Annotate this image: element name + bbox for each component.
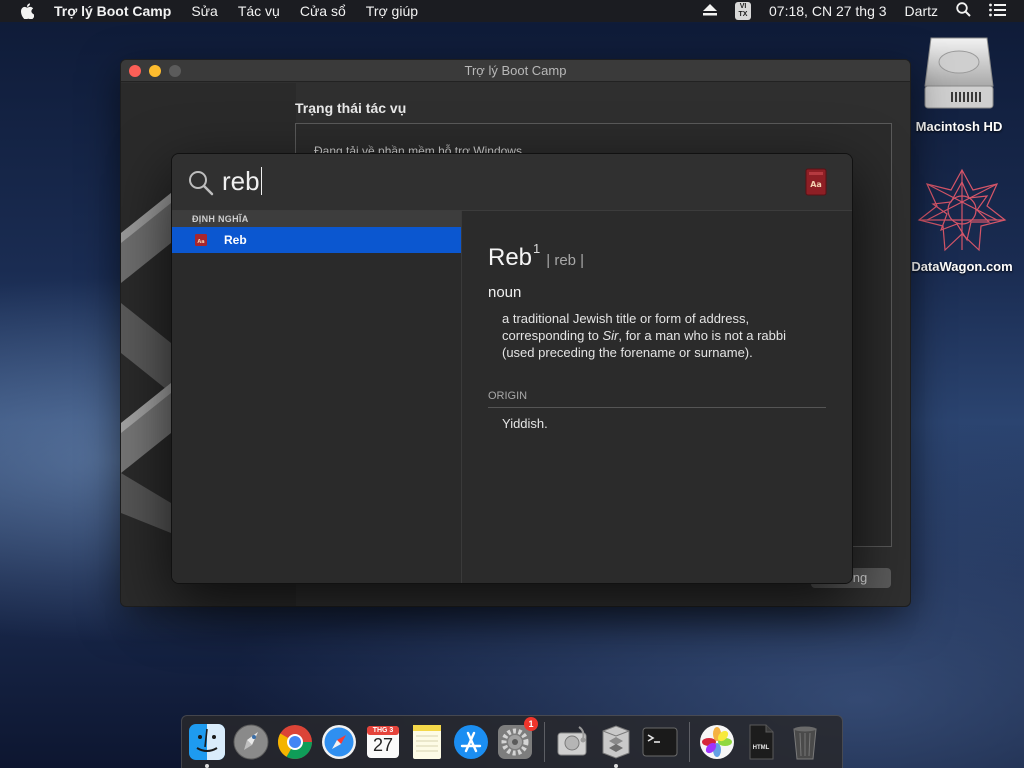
menu-window[interactable]: Cửa sổ <box>300 3 346 19</box>
menu-action[interactable]: Tác vụ <box>238 3 280 19</box>
definition-pronunciation: | reb | <box>546 252 585 269</box>
window-close-button[interactable] <box>129 65 141 77</box>
running-indicator <box>205 764 209 768</box>
photos-icon <box>700 725 734 759</box>
dock-separator <box>689 722 690 762</box>
bootcamp-titlebar[interactable]: Trợ lý Boot Camp <box>121 60 910 82</box>
notes-icon <box>413 725 441 759</box>
menu-user[interactable]: Dartz <box>905 3 938 19</box>
window-title: Trợ lý Boot Camp <box>464 63 567 78</box>
spotlight-results-list: ĐỊNH NGHĨA Aa Reb <box>172 211 462 583</box>
result-item-label: Reb <box>224 233 247 247</box>
dock-photos[interactable] <box>698 723 736 761</box>
dock: THG 3 27 1 HTML <box>181 715 843 768</box>
definition-preview: Reb1| reb | noun a traditional Jewish ti… <box>462 211 852 583</box>
dock-disk-utility[interactable] <box>553 723 591 761</box>
spotlight-search-bar[interactable]: reb Aa <box>172 154 852 211</box>
hard-drive-icon <box>924 37 994 109</box>
dock-safari[interactable] <box>320 723 358 761</box>
menu-help[interactable]: Trợ giúp <box>366 3 418 19</box>
dock-calendar[interactable]: THG 3 27 <box>364 723 402 761</box>
boot-camp-icon <box>602 725 630 759</box>
html-file-label: HTML <box>752 745 770 751</box>
dock-trash[interactable] <box>786 723 824 761</box>
window-zoom-button[interactable] <box>169 65 181 77</box>
input-source-icon[interactable]: VI TX <box>735 2 752 20</box>
menu-clock[interactable]: 07:18, CN 27 thg 3 <box>769 3 887 19</box>
datawagon-logo-icon <box>917 168 1007 252</box>
calendar-day: 27 <box>372 735 394 755</box>
app-store-icon <box>454 725 488 759</box>
finder-icon <box>189 724 225 760</box>
desktop-icon-label: DataWagon.com <box>911 259 1013 274</box>
notification-badge: 1 <box>524 717 538 731</box>
definition-headword: Reb1| reb | <box>488 241 585 271</box>
dock-terminal[interactable] <box>641 723 679 761</box>
dock-launchpad[interactable] <box>232 723 270 761</box>
task-status-heading: Trạng thái tác vụ <box>295 100 407 116</box>
menu-app-name[interactable]: Trợ lý Boot Camp <box>54 3 171 19</box>
definition-part-of-speech: noun <box>488 284 522 301</box>
apple-menu-icon[interactable] <box>20 3 36 19</box>
dock-system-preferences[interactable]: 1 <box>496 717 538 761</box>
dictionary-icon: Aa <box>805 168 827 196</box>
dock-html-file[interactable]: HTML <box>742 723 780 761</box>
disk-utility-icon <box>557 726 587 756</box>
desktop-icon-datawagon[interactable]: DataWagon.com <box>910 168 1014 274</box>
html-file-icon <box>749 724 774 760</box>
desktop-icon-macintosh-hd[interactable]: Macintosh HD <box>913 34 1005 134</box>
spotlight-search-input[interactable]: reb <box>222 166 262 197</box>
calendar-month: THG 3 <box>372 727 394 734</box>
result-item-reb[interactable]: Aa Reb <box>172 227 461 253</box>
text-caret <box>260 167 262 195</box>
menu-bar: Trợ lý Boot Camp Sửa Tác vụ Cửa sổ Trợ g… <box>0 0 1024 22</box>
dock-finder[interactable] <box>188 723 226 768</box>
svg-text:Aa: Aa <box>197 239 204 245</box>
safari-icon <box>322 725 356 759</box>
desktop-icon-label: Macintosh HD <box>915 119 1003 134</box>
spotlight-search-icon[interactable] <box>956 2 971 20</box>
trash-icon <box>793 726 817 760</box>
menu-extras: VI TX 07:18, CN 27 thg 3 Dartz <box>703 0 1024 22</box>
results-section-header: ĐỊNH NGHĨA <box>172 211 461 227</box>
origin-label: ORIGIN <box>488 390 826 408</box>
svg-text:Aa: Aa <box>810 180 822 189</box>
spotlight-panel: reb Aa ĐỊNH NGHĨA Aa Reb Reb1| reb | nou… <box>171 153 853 584</box>
dock-chrome[interactable] <box>276 723 314 761</box>
terminal-icon <box>642 727 678 757</box>
search-icon <box>189 171 214 196</box>
origin-text: Yiddish. <box>502 416 548 431</box>
dock-separator <box>544 722 545 762</box>
dock-app-store[interactable] <box>452 723 490 761</box>
chrome-icon <box>278 725 312 759</box>
dictionary-icon: Aa <box>194 233 208 247</box>
definition-text: a traditional Jewish title or form of ad… <box>502 311 786 360</box>
notification-center-icon[interactable] <box>989 3 1006 20</box>
dock-notes[interactable] <box>408 723 446 761</box>
eject-icon[interactable] <box>703 3 718 19</box>
window-minimize-button[interactable] <box>149 65 161 77</box>
menu-edit[interactable]: Sửa <box>191 3 218 19</box>
launchpad-icon <box>233 724 269 760</box>
dock-boot-camp-assistant[interactable] <box>597 723 635 768</box>
running-indicator <box>614 764 618 768</box>
